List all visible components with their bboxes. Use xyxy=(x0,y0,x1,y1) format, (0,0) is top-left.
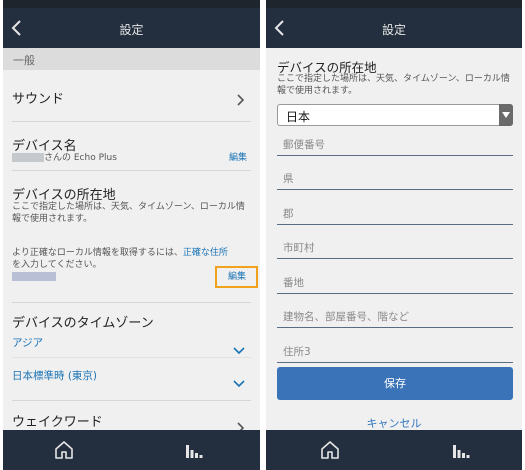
chevron-down-icon xyxy=(233,340,245,355)
dropdown-caret-icon xyxy=(499,104,513,126)
field-placeholder: 郡 xyxy=(283,208,294,220)
field-placeholder: 番地 xyxy=(283,277,304,289)
redacted-name xyxy=(12,153,44,162)
chevron-right-icon xyxy=(235,91,245,106)
header-title: 設定 xyxy=(381,23,406,37)
divider xyxy=(12,357,251,358)
field-placeholder: 住所3 xyxy=(283,346,311,358)
wake-word-row[interactable]: ウェイクワード xyxy=(3,404,260,434)
field-placeholder: 県 xyxy=(283,173,294,185)
device-name-value: さんの Echo Plus xyxy=(12,152,117,164)
field-placeholder: 建物名、部屋番号、階など xyxy=(283,311,409,323)
country-select[interactable]: 日本 xyxy=(277,104,513,126)
edit-highlight-box xyxy=(215,266,258,288)
header-title: 設定 xyxy=(119,23,144,37)
wake-word-label: ウェイクワード xyxy=(12,415,103,430)
save-button[interactable]: 保存 xyxy=(277,367,513,400)
county-field[interactable]: 郡 xyxy=(277,201,513,225)
chevron-down-icon xyxy=(233,373,245,388)
device-name-suffix: さんの Echo Plus xyxy=(44,153,117,163)
bars-icon[interactable] xyxy=(185,441,203,459)
settings-screen: 設定 一般 サウンド デバイス名 さんの Echo Plus 編集 デバイスの所… xyxy=(3,0,260,470)
hint-text: より正確なローカル情報を取得するには、 xyxy=(12,248,183,258)
section-label: 一般 xyxy=(13,54,35,67)
building-field[interactable]: 建物名、部屋番号、階など xyxy=(277,304,513,328)
status-bar xyxy=(3,0,260,8)
field-placeholder: 郵便番号 xyxy=(283,139,325,151)
street-number-field[interactable]: 番地 xyxy=(277,270,513,294)
home-icon[interactable] xyxy=(54,440,74,460)
bottom-nav xyxy=(3,430,260,470)
app-header: 設定 xyxy=(3,8,260,48)
section-header-general: 一般 xyxy=(3,48,260,70)
timezone-zone-value: 日本標準時 (東京) xyxy=(12,370,98,382)
home-icon[interactable] xyxy=(320,440,340,460)
country-select-value: 日本 xyxy=(286,110,311,124)
timezone-region-select[interactable]: アジア xyxy=(3,332,260,355)
bars-icon[interactable] xyxy=(452,441,470,459)
divider xyxy=(12,302,251,303)
location-desc: ここで指定した場所は、天気、タイムゾーン、ローカル情報で使用されます。 xyxy=(12,202,245,224)
divider xyxy=(12,400,251,401)
field-placeholder: 市町村 xyxy=(283,242,315,254)
hint-text-2: を入力してください。 xyxy=(12,260,102,270)
status-bar xyxy=(266,0,522,8)
sound-label: サウンド xyxy=(12,92,65,107)
redacted-address xyxy=(12,272,56,281)
city-field[interactable]: 市町村 xyxy=(277,235,513,259)
location-edit-screen: 設定 デバイスの所在地 ここで指定した場所は、天気、タイムゾーン、ローカル情報で… xyxy=(266,0,522,470)
sound-row[interactable]: サウンド xyxy=(3,70,260,120)
form-desc: ここで指定した場所は、天気、タイムゾーン、ローカル情報で使用されます。 xyxy=(277,74,510,96)
divider xyxy=(12,121,251,122)
address3-field[interactable]: 住所3 xyxy=(277,339,513,363)
cancel-link[interactable]: キャンセル xyxy=(266,415,522,431)
app-header: 設定 xyxy=(266,8,522,48)
prefecture-field[interactable]: 県 xyxy=(277,166,513,190)
bottom-nav xyxy=(266,430,522,470)
postal-code-field[interactable]: 郵便番号 xyxy=(277,132,513,156)
exact-address-link[interactable]: 正確な住所 xyxy=(183,248,228,258)
timezone-title: デバイスのタイムゾーン xyxy=(12,316,154,331)
device-name-edit-link[interactable]: 編集 xyxy=(229,152,247,164)
divider xyxy=(12,170,251,171)
timezone-region-value: アジア xyxy=(12,337,44,349)
timezone-zone-select[interactable]: 日本標準時 (東京) xyxy=(3,365,260,388)
